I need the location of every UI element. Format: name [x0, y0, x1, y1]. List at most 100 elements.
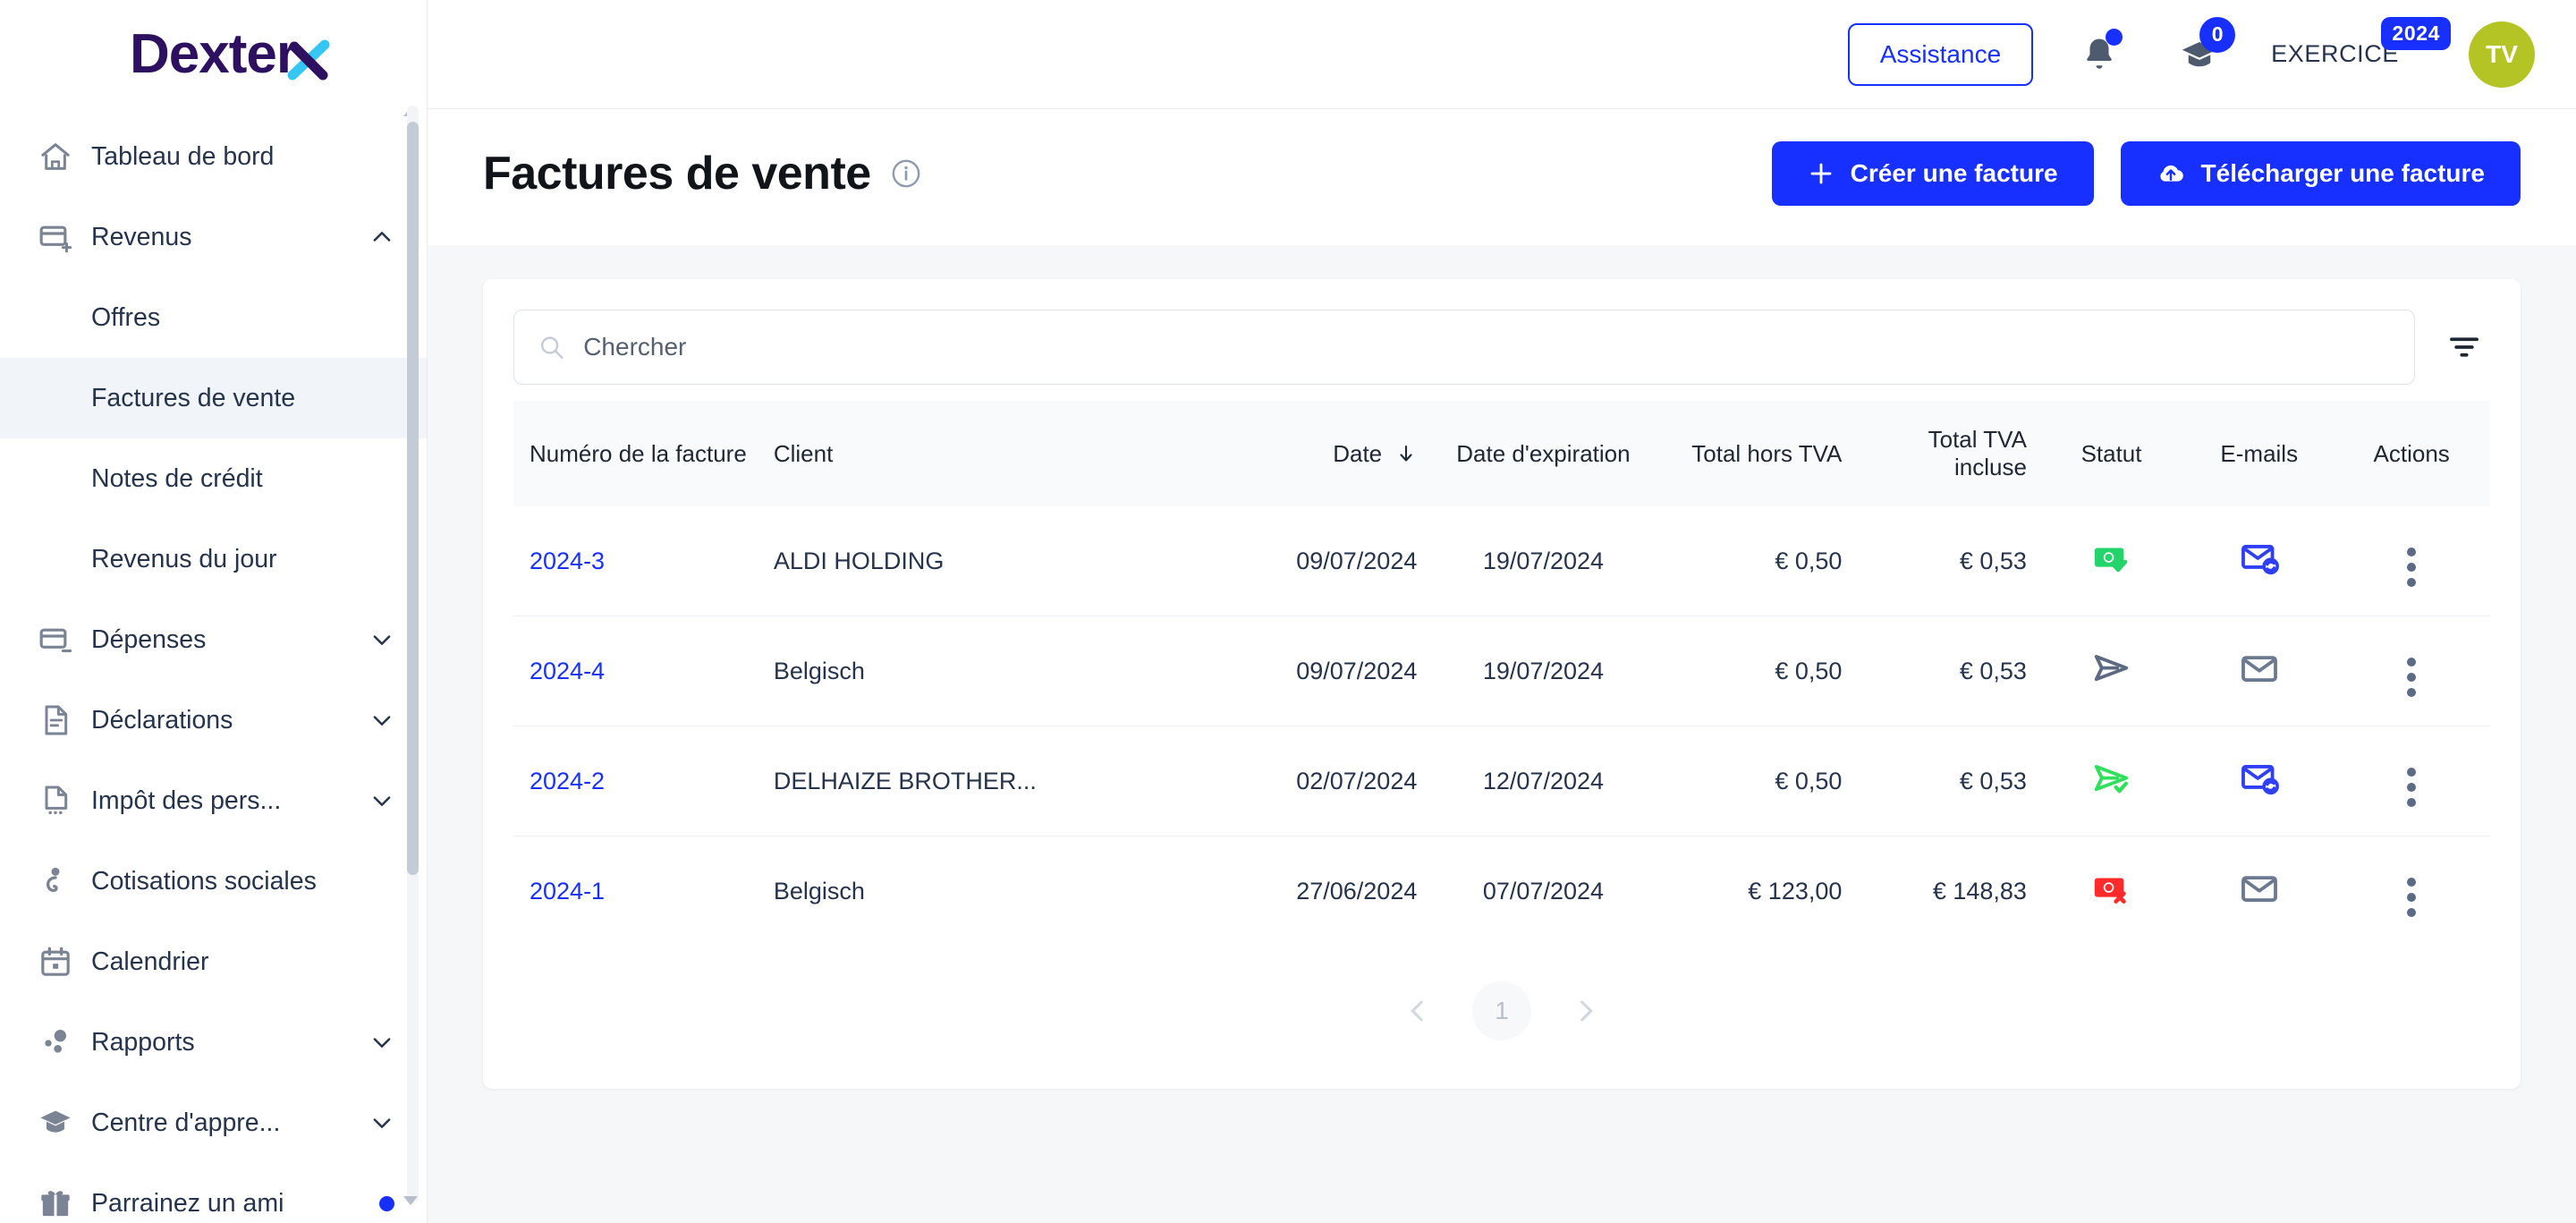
sidebar-item-label: Rapports [91, 1027, 195, 1057]
cell-date: 09/07/2024 [1206, 506, 1428, 616]
sidebar-item-parrainez-un-ami[interactable]: Parrainez un ami [0, 1163, 427, 1223]
pagination-prev-button[interactable] [1402, 996, 1433, 1026]
banknote-cross-icon[interactable] [2091, 868, 2132, 909]
col-total-incl-vat[interactable]: Total TVA incluse [1852, 401, 2038, 506]
col-actions[interactable]: Actions [2333, 401, 2490, 506]
cell-status [2037, 726, 2186, 837]
table-body: 2024-3 ALDI HOLDING 09/07/2024 19/07/202… [513, 506, 2490, 946]
table-row[interactable]: 2024-1 Belgisch 27/06/2024 07/07/2024 € … [513, 837, 2490, 947]
col-total-excl-vat[interactable]: Total hors TVA [1659, 401, 1853, 506]
info-icon[interactable] [891, 158, 921, 189]
kebab-menu-icon[interactable] [2407, 768, 2417, 807]
sidebar-item-cotisations-sociales[interactable]: Cotisations sociales [0, 841, 427, 921]
cell-expiration-date: 12/07/2024 [1428, 726, 1659, 837]
pagination-page-1[interactable]: 1 [1472, 981, 1531, 1040]
sidebar-item-calendrier[interactable]: Calendrier [0, 921, 427, 1002]
sidebar-item-rapports[interactable]: Rapports [0, 1002, 427, 1083]
col-status[interactable]: Statut [2038, 401, 2185, 506]
table-row[interactable]: 2024-3 ALDI HOLDING 09/07/2024 19/07/202… [513, 506, 2490, 616]
col-date[interactable]: Date [1207, 401, 1428, 506]
search-box[interactable] [513, 310, 2415, 385]
assistance-button[interactable]: Assistance [1847, 22, 2034, 86]
page-title: Factures de vente [483, 148, 871, 200]
cell-email [2185, 616, 2334, 726]
cell-client: Belgisch [763, 837, 1207, 947]
sidebar-item-revenus-du-jour[interactable]: Revenus du jour [0, 519, 427, 599]
document-dots-icon [36, 781, 75, 820]
table-row[interactable]: 2024-4 Belgisch 09/07/2024 19/07/2024 € … [513, 616, 2490, 726]
banknote-check-icon[interactable] [2091, 538, 2132, 579]
sidebar-item-factures-de-vente[interactable]: Factures de vente [0, 358, 427, 438]
sidebar-item-label: Factures de vente [91, 383, 296, 412]
main-area: Assistance 0 EXERCICE 2024 TV Factures d… [428, 0, 2576, 1223]
page-header-actions: Créer une facture Télécharger une factur… [1771, 141, 2521, 206]
cell-total-incl-vat: € 0,53 [1852, 726, 2038, 837]
plus-icon [1810, 163, 1832, 184]
sidebar-item-centre-d-appre[interactable]: Centre d'appre... [0, 1083, 427, 1163]
chevron-down-icon[interactable] [369, 1030, 394, 1055]
chevron-up-icon[interactable] [369, 225, 394, 250]
new-indicator-dot [379, 1195, 394, 1211]
create-invoice-button[interactable]: Créer une facture [1771, 141, 2094, 206]
app-root: Dexter Tableau de bord Revenus Offres Fact… [0, 0, 2576, 1223]
envelope-icon[interactable] [2239, 648, 2280, 689]
envelope-sync-icon[interactable] [2239, 758, 2280, 799]
envelope-sync-icon[interactable] [2239, 538, 2280, 579]
cell-total-excl-vat: € 0,50 [1658, 506, 1853, 616]
client-name: DELHAIZE BROTHER... [773, 767, 1037, 794]
cell-total-excl-vat: € 0,50 [1658, 616, 1853, 726]
brand-logo[interactable]: Dexter [0, 0, 427, 109]
col-invoice-number[interactable]: Numéro de la facture [513, 401, 763, 506]
kebab-menu-icon[interactable] [2407, 658, 2417, 697]
search-icon [540, 336, 564, 359]
sidebar-item-offres[interactable]: Offres [0, 277, 427, 358]
page-header: Factures de vente Créer une facture Télé… [428, 109, 2576, 245]
table-row[interactable]: 2024-2 DELHAIZE BROTHER... 02/07/2024 12… [513, 726, 2490, 837]
sidebar-item-label: Déclarations [91, 705, 233, 735]
avatar[interactable]: TV [2469, 21, 2535, 88]
sidebar-item-notes-de-cr-dit[interactable]: Notes de crédit [0, 438, 427, 519]
exercice-selector[interactable]: EXERCICE 2024 [2271, 17, 2451, 68]
chevron-down-icon[interactable] [369, 708, 394, 733]
col-emails[interactable]: E-mails [2185, 401, 2333, 506]
col-client[interactable]: Client [763, 401, 1207, 506]
cell-email [2185, 506, 2334, 616]
invoice-number-link[interactable]: 2024-1 [530, 878, 605, 905]
upload-invoice-button[interactable]: Télécharger une facture [2120, 141, 2521, 206]
invoice-number-link[interactable]: 2024-3 [530, 548, 605, 574]
sidebar-item-label: Offres [91, 302, 161, 332]
sidebar-item-d-penses[interactable]: Dépenses [0, 599, 427, 680]
cell-actions [2333, 837, 2490, 947]
chevron-down-icon[interactable] [369, 1110, 394, 1135]
learning-center-button[interactable]: 0 [2165, 16, 2236, 89]
cell-client: DELHAIZE BROTHER... [762, 726, 1207, 837]
pagination-next-button[interactable] [1571, 996, 1601, 1026]
invoice-number-link[interactable]: 2024-2 [530, 768, 605, 794]
sidebar-item-imp-t-des-pers[interactable]: Impôt des pers... [0, 760, 427, 841]
invoices-table: Numéro de la facture Client Date Date d'… [513, 401, 2490, 946]
sidebar-item-tableau-de-bord[interactable]: Tableau de bord [0, 116, 427, 197]
col-expiration-date[interactable]: Date d'expiration [1428, 401, 1658, 506]
send-arrow-check-icon[interactable] [2091, 758, 2132, 799]
cell-actions [2333, 506, 2490, 616]
sidebar-item-label: Dépenses [91, 624, 207, 654]
kebab-menu-icon[interactable] [2407, 878, 2417, 917]
client-name: Belgisch [773, 877, 865, 905]
cell-total-excl-vat: € 123,00 [1748, 877, 1843, 905]
filter-button[interactable] [2438, 321, 2490, 373]
sidebar-scrollbar-thumb[interactable] [407, 122, 419, 875]
chevron-down-icon[interactable] [369, 788, 394, 813]
sidebar-scroll-down-arrow[interactable] [402, 1194, 419, 1207]
invoice-number-link[interactable]: 2024-4 [530, 658, 605, 684]
sidebar-item-d-clarations[interactable]: Déclarations [0, 680, 427, 760]
chevron-down-icon[interactable] [369, 627, 394, 652]
search-input[interactable] [583, 333, 2391, 361]
sidebar-item-label: Calendrier [91, 947, 209, 976]
kebab-menu-icon[interactable] [2407, 548, 2417, 587]
upload-cloud-icon [2159, 165, 2183, 182]
cell-total-excl-vat: € 0,50 [1658, 726, 1853, 837]
notifications-button[interactable] [2065, 21, 2133, 89]
send-arrow-icon[interactable] [2091, 648, 2132, 689]
envelope-icon[interactable] [2239, 868, 2280, 909]
sidebar-item-revenus[interactable]: Revenus [0, 197, 427, 277]
